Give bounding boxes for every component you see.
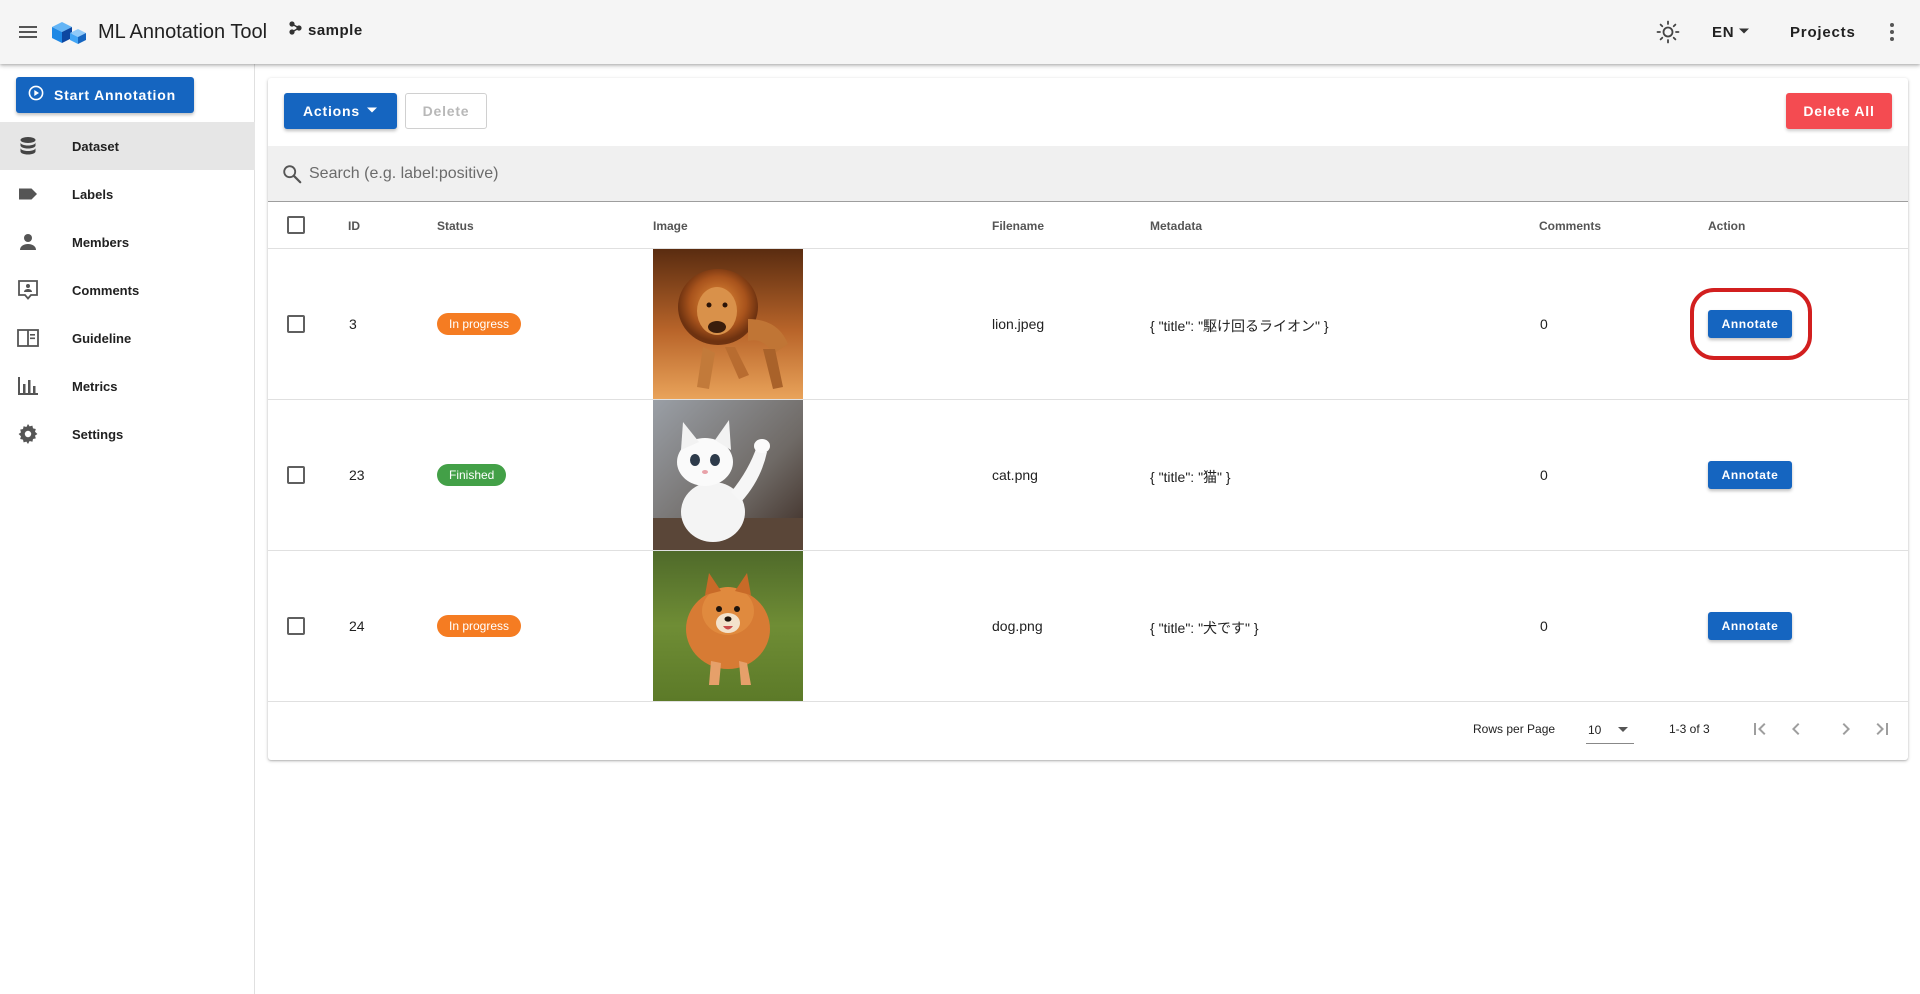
app-title: ML Annotation Tool [98, 21, 268, 43]
sidebar-item-settings[interactable]: Settings [0, 410, 255, 458]
page-range: 1-3 of 3 [1669, 722, 1710, 736]
select-all-checkbox[interactable] [287, 216, 305, 234]
person-icon [16, 230, 40, 254]
row-comments-count: 0 [1540, 316, 1548, 332]
menu-icon[interactable] [16, 20, 40, 44]
app-logo-icon [50, 19, 90, 45]
rows-per-page-select[interactable]: 10 [1586, 716, 1634, 744]
table-row[interactable]: 24 In progress dog.png {"title": "犬です" … [268, 551, 1908, 702]
comment-icon [16, 278, 40, 302]
table-row[interactable]: 3 In progress lion.jpeg {"title": "駆け回る… [268, 249, 1908, 400]
next-page-icon[interactable] [1834, 717, 1858, 741]
sidebar-item-label: Labels [72, 186, 114, 202]
language-selector[interactable]: EN [1712, 20, 1750, 44]
bar-chart-icon [16, 374, 40, 398]
caret-down-icon [1738, 24, 1750, 41]
language-label: EN [1712, 23, 1735, 41]
column-header-image[interactable]: Image [653, 219, 688, 233]
annotate-button[interactable]: Annotate [1708, 310, 1792, 338]
database-icon [16, 134, 40, 158]
sidebar-item-members[interactable]: Members [0, 218, 255, 266]
more-vert-icon[interactable] [1880, 20, 1904, 44]
first-page-icon[interactable] [1748, 717, 1772, 741]
dog-image [653, 551, 803, 701]
label-icon [16, 182, 40, 206]
start-annotation-button[interactable]: Start Annotation [16, 77, 194, 113]
sidebar: Start Annotation Dataset Labels Members … [0, 64, 255, 994]
rows-per-page-value: 10 [1588, 722, 1602, 737]
status-badge: Finished [437, 464, 507, 486]
column-header-comments[interactable]: Comments [1539, 219, 1601, 233]
last-page-icon[interactable] [1870, 717, 1894, 741]
delete-button[interactable]: Delete [405, 93, 487, 129]
app-bar: ML Annotation Tool sample EN Projects [0, 0, 1920, 64]
row-checkbox[interactable] [287, 466, 305, 484]
sidebar-item-comments[interactable]: Comments [0, 266, 255, 314]
sidebar-item-label: Members [72, 234, 130, 250]
projects-button[interactable]: Projects [1790, 20, 1856, 44]
actions-button[interactable]: Actions [284, 93, 397, 129]
row-checkbox[interactable] [287, 315, 305, 333]
annotate-button[interactable]: Annotate [1708, 612, 1792, 640]
book-icon [16, 326, 40, 350]
table-row[interactable]: 23 Finished cat.png {"title": "猫"} 0 A… [268, 400, 1908, 551]
actions-label: Actions [303, 103, 360, 119]
sidebar-item-labels[interactable]: Labels [0, 170, 255, 218]
caret-down-icon [1618, 727, 1628, 732]
theme-toggle-sun-icon[interactable] [1656, 20, 1680, 44]
lion-image [653, 249, 803, 399]
row-metadata: { "title": "駆け回るライオン" } [1150, 318, 1329, 334]
gear-icon [16, 422, 40, 446]
sidebar-item-label: Dataset [72, 138, 119, 154]
row-comments-count: 0 [1540, 618, 1548, 634]
status-badge: In progress [437, 313, 522, 335]
sidebar-item-dataset[interactable]: Dataset [0, 122, 255, 170]
annotate-button[interactable]: Annotate [1708, 461, 1792, 489]
status-badge: In progress [437, 615, 522, 637]
row-comments-count: 0 [1540, 467, 1548, 483]
rows-per-page-label: Rows per Page [1473, 722, 1556, 736]
sidebar-item-label: Guideline [72, 330, 132, 346]
row-checkbox[interactable] [287, 617, 305, 635]
row-id: 23 [349, 467, 365, 483]
sidebar-item-guideline[interactable]: Guideline [0, 314, 255, 362]
search-bar [268, 146, 1908, 202]
row-id: 24 [349, 618, 365, 634]
column-header-id[interactable]: ID [348, 219, 360, 233]
start-annotation-label: Start Annotation [54, 87, 176, 103]
table-footer: Rows per Page 10 1-3 of 3 [268, 700, 1908, 758]
cat-image [653, 400, 803, 550]
project-hub-icon [288, 21, 302, 40]
row-filename: lion.jpeg [992, 316, 1045, 332]
sidebar-item-label: Comments [72, 282, 140, 298]
search-input[interactable] [309, 164, 1809, 183]
sidebar-item-metrics[interactable]: Metrics [0, 362, 255, 410]
column-header-metadata[interactable]: Metadata [1150, 219, 1202, 233]
row-filename: dog.png [992, 618, 1043, 634]
column-header-action[interactable]: Action [1708, 219, 1745, 233]
dataset-card: Actions Delete Delete All ID Status Imag… [268, 78, 1908, 760]
row-filename: cat.png [992, 467, 1038, 483]
caret-down-icon [366, 103, 378, 119]
project-selector[interactable]: sample [288, 21, 363, 40]
project-name: sample [308, 22, 363, 39]
play-circle-icon [28, 85, 44, 106]
row-metadata: { "title": "猫" } [1150, 469, 1231, 485]
previous-page-icon[interactable] [1784, 717, 1808, 741]
row-metadata: { "title": "犬です" } [1150, 620, 1259, 636]
row-id: 3 [349, 316, 357, 332]
sidebar-item-label: Settings [72, 426, 124, 442]
delete-all-button[interactable]: Delete All [1786, 93, 1892, 129]
column-header-filename[interactable]: Filename [992, 219, 1044, 233]
sidebar-nav: Dataset Labels Members Comments Guidelin… [0, 122, 255, 458]
sidebar-item-label: Metrics [72, 378, 118, 394]
column-header-status[interactable]: Status [437, 219, 474, 233]
search-icon [281, 163, 303, 185]
table-header: ID Status Image Filename Metadata Commen… [268, 202, 1908, 249]
